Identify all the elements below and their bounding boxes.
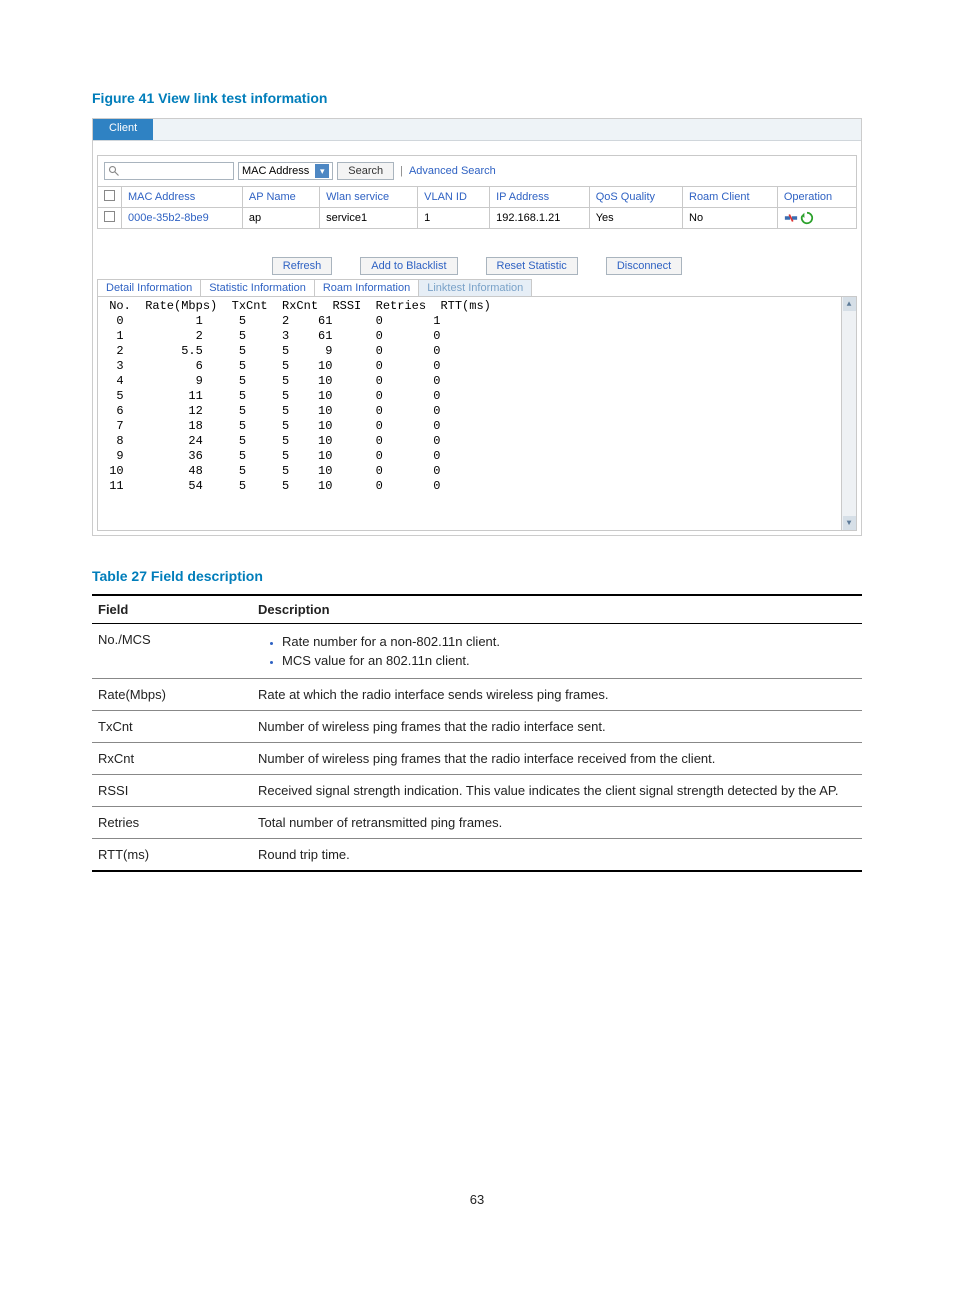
mac-link[interactable]: 000e-35b2-8be9 <box>128 212 209 224</box>
client-table: MAC Address AP Name Wlan service VLAN ID… <box>97 186 857 229</box>
screenshot-panel: Client MAC Address ▾ Search | Advanced S… <box>92 118 862 536</box>
scroll-up-icon[interactable]: ▲ <box>843 297 856 311</box>
scrollbar[interactable]: ▲ ▼ <box>841 297 856 530</box>
refresh-button[interactable]: Refresh <box>272 257 333 275</box>
page-number: 63 <box>92 1192 862 1207</box>
figure-caption: Figure 41 View link test information <box>92 90 862 106</box>
field-description-table: Field Description No./MCSRate number for… <box>92 594 862 872</box>
cell-wlan: service1 <box>320 208 418 229</box>
tab-bar: Client <box>93 119 861 141</box>
search-type-dropdown[interactable]: MAC Address ▾ <box>238 162 333 180</box>
tab-detail[interactable]: Detail Information <box>97 279 201 296</box>
col-qos: QoS Quality <box>589 187 682 208</box>
col-vlan: VLAN ID <box>418 187 490 208</box>
cell-field: RxCnt <box>92 743 252 775</box>
table-row: TxCntNumber of wireless ping frames that… <box>92 711 862 743</box>
table-row: RSSIReceived signal strength indication.… <box>92 775 862 807</box>
th-field: Field <box>92 595 252 624</box>
col-mac: MAC Address <box>122 187 243 208</box>
row-checkbox[interactable] <box>98 208 122 229</box>
info-tabs: Detail Information Statistic Information… <box>97 279 857 297</box>
cell-description: Rate number for a non-802.11n client.MCS… <box>252 624 862 679</box>
scroll-down-icon[interactable]: ▼ <box>843 516 856 530</box>
cell-description: Number of wireless ping frames that the … <box>252 743 862 775</box>
col-wlan: Wlan service <box>320 187 418 208</box>
action-button-row: Refresh Add to Blacklist Reset Statistic… <box>97 253 857 277</box>
table-row: RxCntNumber of wireless ping frames that… <box>92 743 862 775</box>
cell-description: Rate at which the radio interface sends … <box>252 679 862 711</box>
advanced-search-link[interactable]: Advanced Search <box>409 165 496 177</box>
search-row: MAC Address ▾ Search | Advanced Search <box>97 155 857 186</box>
table-row: No./MCSRate number for a non-802.11n cli… <box>92 624 862 679</box>
chevron-down-icon: ▾ <box>315 164 329 178</box>
checkbox-header[interactable] <box>98 187 122 208</box>
cell-vlan: 1 <box>418 208 490 229</box>
tab-client[interactable]: Client <box>93 119 153 140</box>
table-caption: Table 27 Field description <box>92 568 862 584</box>
table-row: Rate(Mbps)Rate at which the radio interf… <box>92 679 862 711</box>
table-row: 000e-35b2-8be9 ap service1 1 192.168.1.2… <box>98 208 857 229</box>
tab-linktest[interactable]: Linktest Information <box>418 279 532 296</box>
cell-field: Retries <box>92 807 252 839</box>
dropdown-label: MAC Address <box>242 165 309 177</box>
disconnect-icon[interactable] <box>784 211 798 225</box>
cell-field: TxCnt <box>92 711 252 743</box>
cell-description: Total number of retransmitted ping frame… <box>252 807 862 839</box>
search-icon <box>108 165 120 177</box>
add-blacklist-button[interactable]: Add to Blacklist <box>360 257 457 275</box>
col-ap: AP Name <box>242 187 319 208</box>
table-row: RTT(ms)Round trip time. <box>92 839 862 872</box>
reset-statistic-button[interactable]: Reset Statistic <box>486 257 578 275</box>
cell-description: Number of wireless ping frames that the … <box>252 711 862 743</box>
cell-qos: Yes <box>589 208 682 229</box>
cell-field: No./MCS <box>92 624 252 679</box>
col-op: Operation <box>777 187 856 208</box>
col-ip: IP Address <box>490 187 590 208</box>
cell-description: Received signal strength indication. Thi… <box>252 775 862 807</box>
th-desc: Description <box>252 595 862 624</box>
cell-ip: 192.168.1.21 <box>490 208 590 229</box>
cell-ap: ap <box>242 208 319 229</box>
cell-description: Round trip time. <box>252 839 862 872</box>
table-row: RetriesTotal number of retransmitted pin… <box>92 807 862 839</box>
tab-statistic[interactable]: Statistic Information <box>200 279 315 296</box>
refresh-icon[interactable] <box>800 211 814 225</box>
linktest-output: No. Rate(Mbps) TxCnt RxCnt RSSI Retries … <box>97 297 857 531</box>
tab-roam[interactable]: Roam Information <box>314 279 419 296</box>
cell-roam: No <box>683 208 778 229</box>
cell-field: RTT(ms) <box>92 839 252 872</box>
search-button[interactable]: Search <box>337 162 394 180</box>
cell-field: Rate(Mbps) <box>92 679 252 711</box>
search-input[interactable] <box>104 162 234 180</box>
col-roam: Roam Client <box>683 187 778 208</box>
cell-field: RSSI <box>92 775 252 807</box>
disconnect-button[interactable]: Disconnect <box>606 257 682 275</box>
